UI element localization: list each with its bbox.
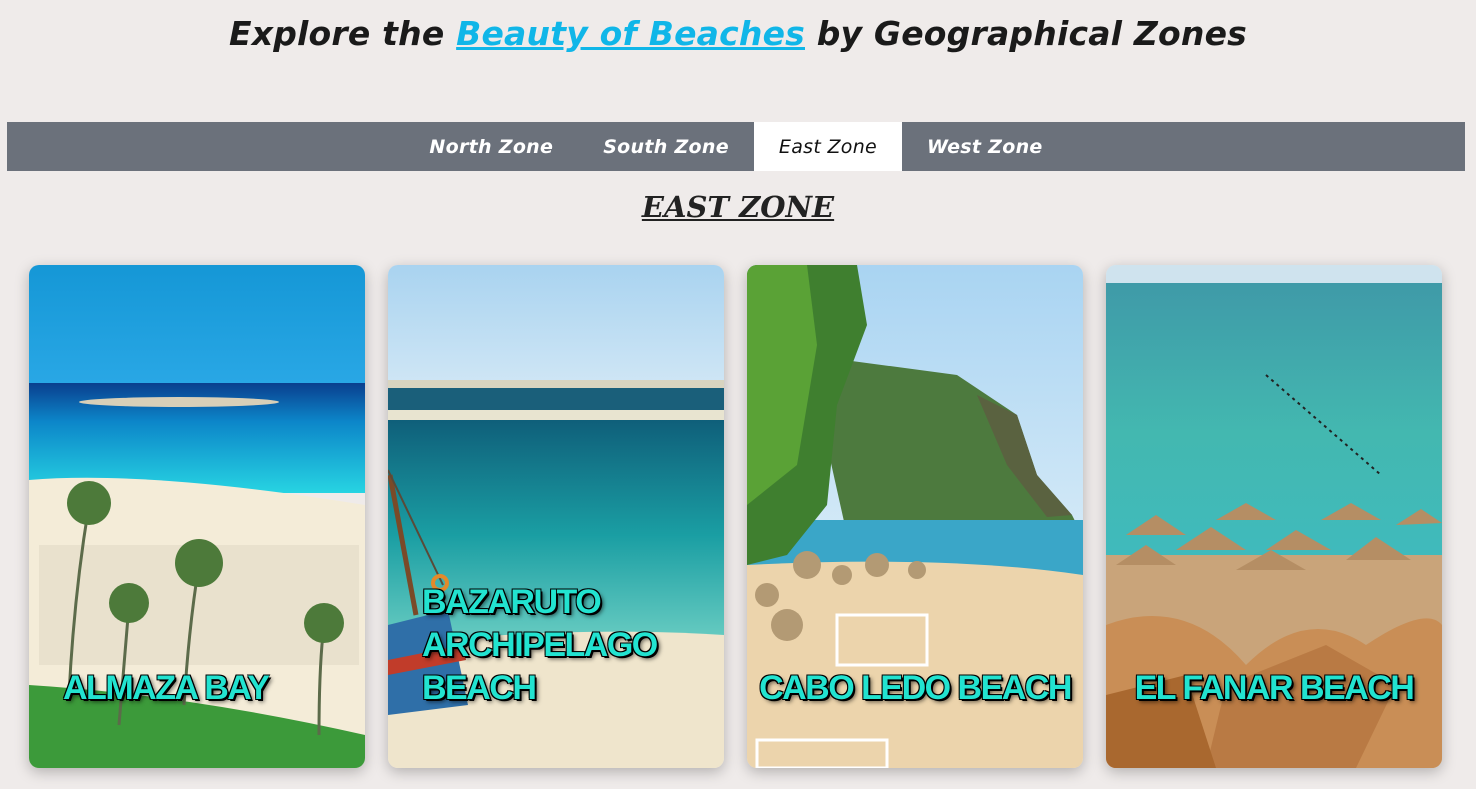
card-title: EL FANAR BEACH (1134, 669, 1415, 707)
beach-card-el-fanar-beach[interactable]: EL FANAR BEACH (1106, 265, 1442, 768)
headline-suffix: by Geographical Zones (816, 14, 1248, 53)
card-title: CABO LEDO BEACH (759, 669, 1072, 707)
beach-card-list: ALMAZA BAY BAZARUTO ARCHIPELAGO BEACH CA… (29, 265, 1442, 768)
card-title: BAZARUTO ARCHIPELAGO BEACH (422, 583, 658, 707)
headline-prefix: Explore the (228, 14, 445, 53)
zone-nav-bar: North Zone South Zone East Zone West Zon… (7, 122, 1465, 171)
tab-north-zone[interactable]: North Zone (404, 122, 578, 171)
beach-card-cabo-ledo-beach[interactable]: CABO LEDO BEACH (747, 265, 1083, 768)
tab-west-zone[interactable]: West Zone (902, 122, 1068, 171)
beauty-of-beaches-link[interactable]: Beauty of Beaches (456, 14, 805, 53)
zone-section-title: EAST ZONE (641, 190, 835, 224)
beach-card-almaza-bay[interactable]: ALMAZA BAY (29, 265, 365, 768)
page-headline: Explore the Beauty of Beaches by Geograp… (0, 14, 1476, 53)
beach-card-bazaruto-archipelago-beach[interactable]: BAZARUTO ARCHIPELAGO BEACH (388, 265, 724, 768)
card-title: ALMAZA BAY (63, 669, 270, 707)
tab-east-zone[interactable]: East Zone (753, 122, 903, 171)
tab-south-zone[interactable]: South Zone (578, 122, 754, 171)
